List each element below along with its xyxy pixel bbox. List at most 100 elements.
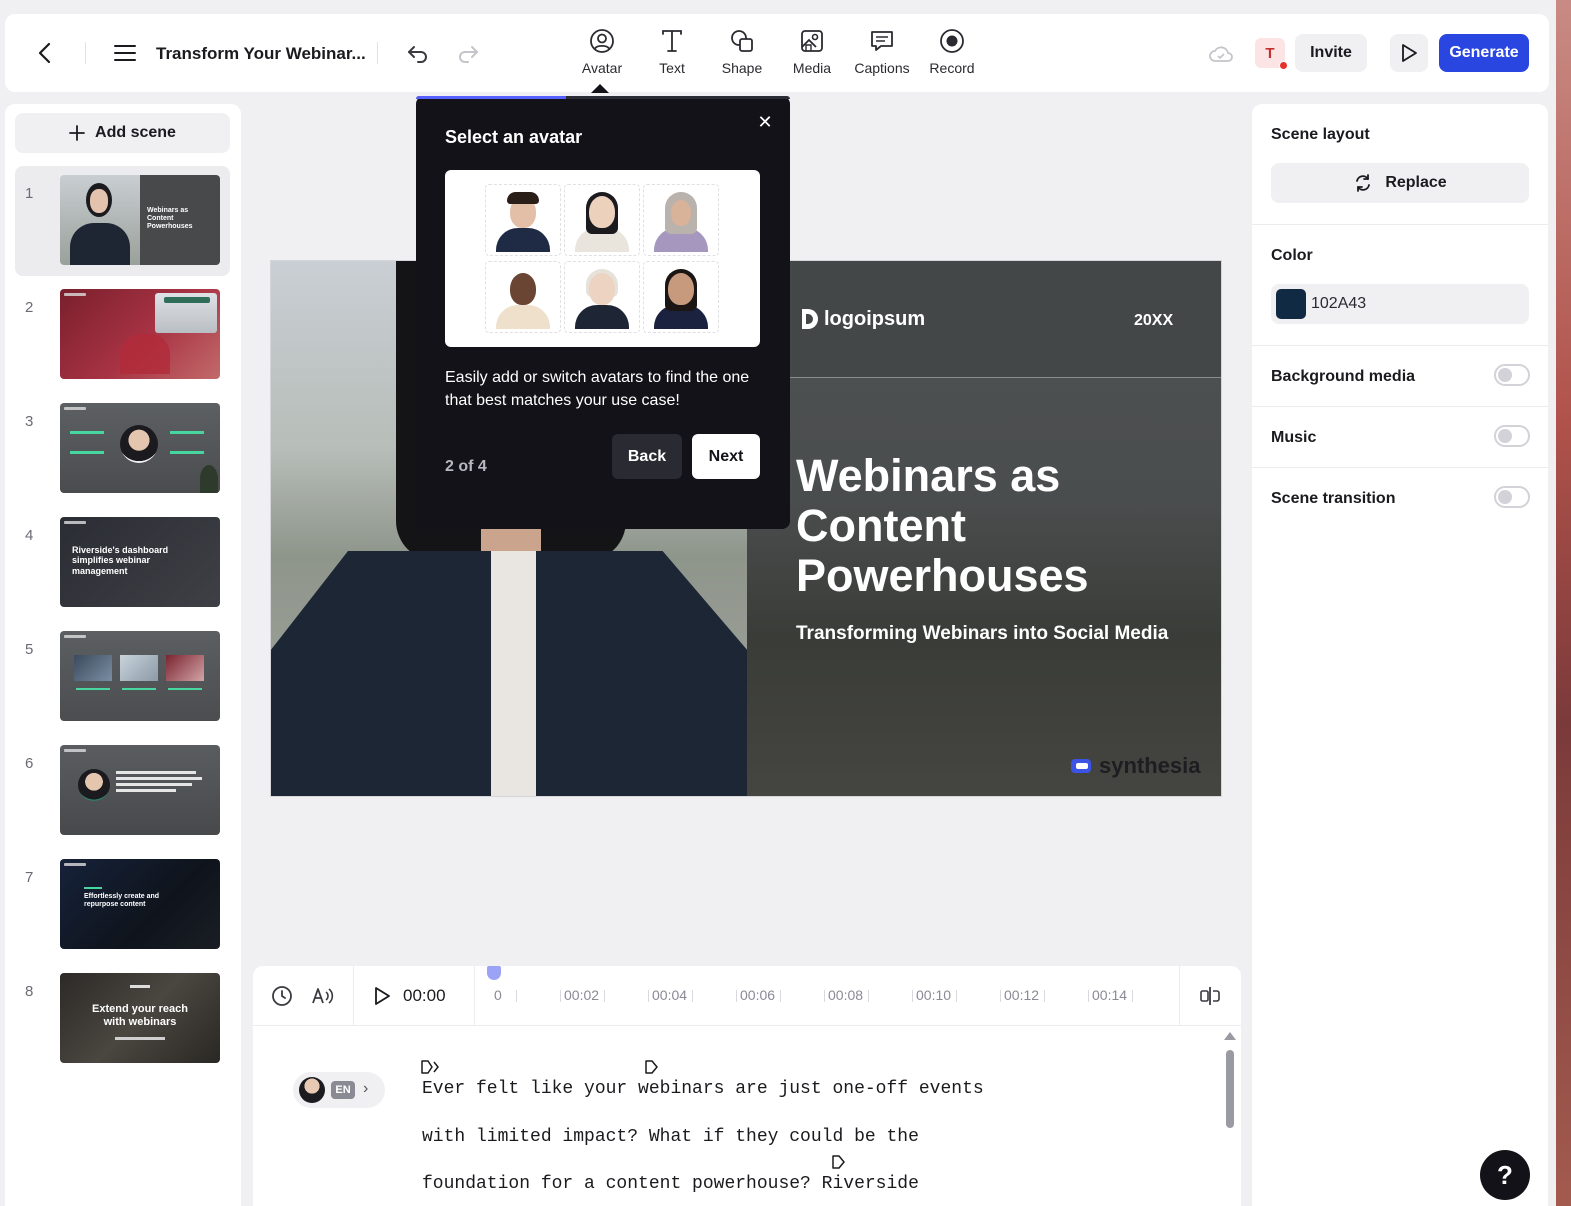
scroll-up-arrow[interactable]	[1224, 1032, 1236, 1040]
tool-text[interactable]: Text	[637, 28, 707, 80]
media-icon	[801, 30, 823, 52]
script-text-line[interactable]: Ever felt like your webinars are just on…	[422, 1079, 984, 1099]
music-toggle[interactable]	[1494, 425, 1530, 447]
scene-number: 4	[25, 527, 34, 544]
popup-progress-bar	[416, 96, 790, 99]
logo-text: logoipsum	[824, 307, 926, 330]
avatar-thumbnail	[650, 190, 712, 252]
logo-icon	[802, 309, 818, 329]
year-text[interactable]: 20XX	[1134, 312, 1173, 330]
scene-thumbnail[interactable]	[60, 631, 220, 721]
timeline-mark: 00:10	[916, 987, 952, 1003]
avatar	[299, 1077, 325, 1103]
slide-title[interactable]: Webinars as Content Powerhouses	[796, 451, 1196, 601]
scene-thumbnail[interactable]	[60, 289, 220, 379]
avatar-thumbnail	[650, 267, 712, 329]
timeline-mark: 0	[494, 987, 502, 1003]
tool-avatar[interactable]: Avatar	[567, 28, 637, 80]
tool-shape[interactable]: Shape	[707, 28, 777, 80]
popup-title: Select an avatar	[445, 127, 583, 147]
replace-layout-button[interactable]: Replace	[1271, 163, 1529, 203]
tool-label: Captions	[854, 60, 910, 76]
scroll-thumb[interactable]	[1226, 1050, 1234, 1128]
scene-caption: Effortlessly create and repurpose conten…	[84, 893, 160, 909]
back-button[interactable]: Back	[612, 434, 682, 479]
timeline-tick	[1044, 990, 1045, 1002]
captions-icon	[871, 31, 893, 51]
scene-number: 6	[25, 755, 34, 772]
gesture-marker-icon[interactable]	[831, 1153, 849, 1171]
scene-caption: Riverside's dashboard simplifies webinar…	[72, 545, 169, 576]
background-media-toggle[interactable]	[1494, 364, 1530, 386]
scene-layout-label: Scene layout	[1271, 126, 1370, 143]
generate-button[interactable]: Generate	[1439, 34, 1529, 72]
clock-icon[interactable]	[270, 984, 294, 1008]
color-field[interactable]: 102A43	[1271, 284, 1529, 324]
playhead-handle[interactable]	[487, 966, 501, 980]
popup-step-counter: 2 of 4	[445, 458, 487, 475]
shape-icon	[731, 30, 753, 52]
scene-thumbnail[interactable]	[60, 403, 220, 493]
preview-button[interactable]	[1390, 34, 1428, 72]
invite-button[interactable]: Invite	[1295, 34, 1367, 72]
color-hex-value[interactable]: 102A43	[1311, 295, 1366, 313]
scene-thumbnail[interactable]: Webinars as Content Powerhouses	[60, 175, 220, 265]
scene-number: 8	[25, 983, 34, 1000]
refresh-icon	[1356, 174, 1371, 192]
close-icon[interactable]: ✕	[755, 112, 775, 132]
timeline-mark: 00:06	[740, 987, 776, 1003]
scene-caption: Webinars as Content Powerhouses	[147, 207, 193, 231]
scene-thumbnail[interactable]: Riverside's dashboard simplifies webinar…	[60, 517, 220, 607]
tool-media[interactable]: Media	[777, 28, 847, 80]
divider	[1252, 345, 1548, 346]
gesture-marker-icon[interactable]	[420, 1058, 440, 1076]
divider	[474, 966, 475, 1026]
brand-logo[interactable]: logoipsum	[798, 307, 925, 331]
project-title[interactable]: Transform Your Webinar...	[156, 44, 366, 64]
next-button[interactable]: Next	[692, 434, 760, 479]
script-text-line[interactable]: foundation for a content powerhouse? Riv…	[422, 1174, 919, 1194]
scene-thumbnail[interactable]: Extend your reach with webinars	[60, 973, 220, 1063]
cloud-sync-icon	[1209, 46, 1233, 62]
script-scrollbar[interactable]	[1223, 1032, 1236, 1206]
scene-thumbnail[interactable]	[60, 745, 220, 835]
scene-transition-toggle[interactable]	[1494, 486, 1530, 508]
synthesia-watermark: synthesia	[1069, 753, 1201, 779]
popup-progress-fill	[416, 96, 566, 99]
top-toolbar: Transform Your Webinar... Avatar Text Sh…	[5, 14, 1549, 92]
voice-icon[interactable]	[310, 984, 334, 1008]
music-label: Music	[1271, 429, 1317, 446]
play-icon[interactable]	[371, 985, 393, 1007]
divider	[1252, 224, 1548, 225]
timeline-bar: 00:00 0 00:02 00:04 00:06 00:08 00:10 00:12 00:…	[253, 966, 1241, 1026]
slide-subtitle[interactable]: Transforming Webinars into Social Media	[796, 623, 1168, 645]
scene-number: 5	[25, 641, 34, 658]
play-icon	[1402, 44, 1417, 62]
tool-captions[interactable]: Captions	[847, 28, 917, 80]
divider	[85, 42, 86, 64]
undo-icon[interactable]	[405, 40, 431, 66]
divider	[1252, 406, 1548, 407]
divider	[1252, 467, 1548, 468]
gesture-marker-icon[interactable]	[644, 1058, 662, 1076]
script-text-line[interactable]: with limited impact? What if they could …	[422, 1127, 919, 1147]
timeline-mark: 00:02	[564, 987, 600, 1003]
properties-panel: Scene layout Replace Color 102A43 Backgr…	[1252, 104, 1548, 1206]
back-button[interactable]	[31, 38, 59, 68]
scene-thumbnail[interactable]: Effortlessly create and repurpose conten…	[60, 859, 220, 949]
add-scene-button[interactable]: Add scene	[15, 113, 230, 153]
timeline-tick	[780, 990, 781, 1002]
redo-icon[interactable]	[455, 40, 481, 66]
timeline-tick	[912, 990, 913, 1002]
help-button[interactable]: ?	[1480, 1150, 1530, 1200]
timeline-tick	[1132, 990, 1133, 1002]
menu-button[interactable]	[111, 38, 139, 68]
color-swatch[interactable]	[1276, 289, 1306, 319]
tool-record[interactable]: Record	[917, 28, 987, 80]
timeline-tick	[736, 990, 737, 1002]
popup-description: Easily add or switch avatars to find the…	[445, 369, 750, 409]
split-icon[interactable]	[1198, 984, 1222, 1008]
script-avatar-chip[interactable]: EN ›	[293, 1072, 385, 1108]
text-icon	[662, 30, 682, 52]
timeline-mark: 00:08	[828, 987, 864, 1003]
